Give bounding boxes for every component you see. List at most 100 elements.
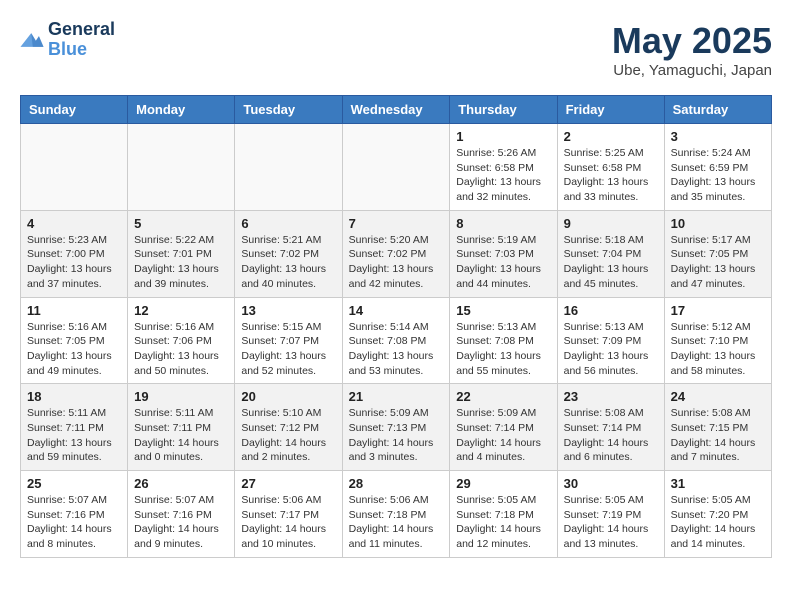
- day-number: 20: [241, 389, 335, 404]
- month-title: May 2025: [612, 20, 772, 62]
- calendar-day-cell: 4Sunrise: 5:23 AM Sunset: 7:00 PM Daylig…: [21, 210, 128, 297]
- logo-text: General Blue: [48, 20, 115, 60]
- calendar-day-cell: 19 Sunrise: 5:11 AM Sunset: 7:11 PM Dayli…: [128, 384, 235, 471]
- day-number: 8: [456, 216, 550, 231]
- calendar-day-cell: 13 Sunrise: 5:15 AM Sunset: 7:07 PM Dayli…: [235, 297, 342, 384]
- day-number: 9: [564, 216, 658, 231]
- logo: General Blue: [20, 20, 115, 60]
- day-content: Sunrise: 5:08 AM Sunset: 7:15 PM Dayligh…: [671, 406, 765, 465]
- calendar-day-cell: 28 Sunrise: 5:06 AM Sunset: 7:18 PM Dayli…: [342, 471, 450, 558]
- calendar-day-cell: [128, 124, 235, 211]
- day-number: 31: [671, 476, 765, 491]
- calendar-day-cell: 3Sunrise: 5:24 AM Sunset: 6:59 PM Daylig…: [664, 124, 771, 211]
- day-number: 30: [564, 476, 658, 491]
- location: Ube, Yamaguchi, Japan: [612, 62, 772, 79]
- calendar-week-3: 11 Sunrise: 5:16 AM Sunset: 7:05 PM Dayli…: [21, 297, 772, 384]
- day-number: 7: [349, 216, 444, 231]
- day-number: 19: [134, 389, 228, 404]
- day-number: 11: [27, 303, 121, 318]
- day-content: Sunrise: 5:18 AM Sunset: 7:04 PM Dayligh…: [564, 233, 658, 292]
- calendar-day-cell: 30 Sunrise: 5:05 AM Sunset: 7:19 PM Dayli…: [557, 471, 664, 558]
- calendar-day-cell: 12Sunrise: 5:16 AM Sunset: 7:06 PM Dayli…: [128, 297, 235, 384]
- calendar-day-cell: 8 Sunrise: 5:19 AM Sunset: 7:03 PM Daylig…: [450, 210, 557, 297]
- day-number: 25: [27, 476, 121, 491]
- day-content: Sunrise: 5:11 AM Sunset: 7:11 PM Dayligh…: [27, 406, 121, 465]
- day-content: Sunrise: 5:07 AM Sunset: 7:16 PM Dayligh…: [27, 493, 121, 552]
- calendar-day-cell: 22 Sunrise: 5:09 AM Sunset: 7:14 PM Dayli…: [450, 384, 557, 471]
- calendar-day-cell: 25 Sunrise: 5:07 AM Sunset: 7:16 PM Dayli…: [21, 471, 128, 558]
- calendar-day-cell: 15 Sunrise: 5:13 AM Sunset: 7:08 PM Dayli…: [450, 297, 557, 384]
- weekday-header-row: SundayMondayTuesdayWednesdayThursdayFrid…: [21, 96, 772, 124]
- calendar-week-4: 18 Sunrise: 5:11 AM Sunset: 7:11 PM Dayli…: [21, 384, 772, 471]
- day-content: Sunrise: 5:14 AM Sunset: 7:08 PM Dayligh…: [349, 320, 444, 379]
- weekday-header-tuesday: Tuesday: [235, 96, 342, 124]
- day-content: Sunrise: 5:21 AM Sunset: 7:02 PM Dayligh…: [241, 233, 335, 292]
- day-number: 18: [27, 389, 121, 404]
- calendar-day-cell: [21, 124, 128, 211]
- day-number: 28: [349, 476, 444, 491]
- day-content: Sunrise: 5:05 AM Sunset: 7:19 PM Dayligh…: [564, 493, 658, 552]
- day-content: Sunrise: 5:10 AM Sunset: 7:12 PM Dayligh…: [241, 406, 335, 465]
- day-content: Sunrise: 5:09 AM Sunset: 7:13 PM Dayligh…: [349, 406, 444, 465]
- weekday-header-sunday: Sunday: [21, 96, 128, 124]
- day-number: 2: [564, 129, 658, 144]
- calendar-day-cell: 24 Sunrise: 5:08 AM Sunset: 7:15 PM Dayli…: [664, 384, 771, 471]
- calendar-day-cell: 1 Sunrise: 5:26 AM Sunset: 6:58 PM Daylig…: [450, 124, 557, 211]
- day-content: Sunrise: 5:15 AM Sunset: 7:07 PM Dayligh…: [241, 320, 335, 379]
- day-content: Sunrise: 5:06 AM Sunset: 7:17 PM Dayligh…: [241, 493, 335, 552]
- weekday-header-monday: Monday: [128, 96, 235, 124]
- calendar-day-cell: 9 Sunrise: 5:18 AM Sunset: 7:04 PM Daylig…: [557, 210, 664, 297]
- day-content: Sunrise: 5:06 AM Sunset: 7:18 PM Dayligh…: [349, 493, 444, 552]
- calendar-day-cell: 10 Sunrise: 5:17 AM Sunset: 7:05 PM Dayli…: [664, 210, 771, 297]
- day-content: Sunrise: 5:11 AM Sunset: 7:11 PM Dayligh…: [134, 406, 228, 465]
- day-number: 13: [241, 303, 335, 318]
- calendar-day-cell: 23Sunrise: 5:08 AM Sunset: 7:14 PM Dayli…: [557, 384, 664, 471]
- day-number: 22: [456, 389, 550, 404]
- calendar-day-cell: 11 Sunrise: 5:16 AM Sunset: 7:05 PM Dayli…: [21, 297, 128, 384]
- calendar-day-cell: 2 Sunrise: 5:25 AM Sunset: 6:58 PM Daylig…: [557, 124, 664, 211]
- day-content: Sunrise: 5:26 AM Sunset: 6:58 PM Dayligh…: [456, 146, 550, 205]
- day-number: 6: [241, 216, 335, 231]
- day-content: Sunrise: 5:20 AM Sunset: 7:02 PM Dayligh…: [349, 233, 444, 292]
- day-content: Sunrise: 5:19 AM Sunset: 7:03 PM Dayligh…: [456, 233, 550, 292]
- day-content: Sunrise: 5:17 AM Sunset: 7:05 PM Dayligh…: [671, 233, 765, 292]
- calendar-day-cell: [342, 124, 450, 211]
- day-number: 10: [671, 216, 765, 231]
- calendar-day-cell: 20 Sunrise: 5:10 AM Sunset: 7:12 PM Dayli…: [235, 384, 342, 471]
- day-content: Sunrise: 5:25 AM Sunset: 6:58 PM Dayligh…: [564, 146, 658, 205]
- day-number: 24: [671, 389, 765, 404]
- title-block: May 2025 Ube, Yamaguchi, Japan: [612, 20, 772, 79]
- day-number: 1: [456, 129, 550, 144]
- day-content: Sunrise: 5:05 AM Sunset: 7:18 PM Dayligh…: [456, 493, 550, 552]
- day-number: 27: [241, 476, 335, 491]
- calendar-day-cell: 31 Sunrise: 5:05 AM Sunset: 7:20 PM Dayli…: [664, 471, 771, 558]
- calendar-day-cell: 27 Sunrise: 5:06 AM Sunset: 7:17 PM Dayli…: [235, 471, 342, 558]
- day-number: 15: [456, 303, 550, 318]
- day-number: 23: [564, 389, 658, 404]
- calendar-day-cell: 26Sunrise: 5:07 AM Sunset: 7:16 PM Dayli…: [128, 471, 235, 558]
- day-content: Sunrise: 5:05 AM Sunset: 7:20 PM Dayligh…: [671, 493, 765, 552]
- calendar-day-cell: 21Sunrise: 5:09 AM Sunset: 7:13 PM Dayli…: [342, 384, 450, 471]
- day-content: Sunrise: 5:13 AM Sunset: 7:09 PM Dayligh…: [564, 320, 658, 379]
- day-content: Sunrise: 5:07 AM Sunset: 7:16 PM Dayligh…: [134, 493, 228, 552]
- day-content: Sunrise: 5:16 AM Sunset: 7:05 PM Dayligh…: [27, 320, 121, 379]
- calendar-day-cell: [235, 124, 342, 211]
- weekday-header-wednesday: Wednesday: [342, 96, 450, 124]
- calendar-day-cell: 16 Sunrise: 5:13 AM Sunset: 7:09 PM Dayli…: [557, 297, 664, 384]
- logo-icon: [20, 30, 44, 50]
- day-number: 29: [456, 476, 550, 491]
- weekday-header-saturday: Saturday: [664, 96, 771, 124]
- day-number: 17: [671, 303, 765, 318]
- calendar-table: SundayMondayTuesdayWednesdayThursdayFrid…: [20, 95, 772, 558]
- day-number: 16: [564, 303, 658, 318]
- calendar-day-cell: 7 Sunrise: 5:20 AM Sunset: 7:02 PM Daylig…: [342, 210, 450, 297]
- calendar-day-cell: 18 Sunrise: 5:11 AM Sunset: 7:11 PM Dayli…: [21, 384, 128, 471]
- calendar-day-cell: 17 Sunrise: 5:12 AM Sunset: 7:10 PM Dayli…: [664, 297, 771, 384]
- day-content: Sunrise: 5:12 AM Sunset: 7:10 PM Dayligh…: [671, 320, 765, 379]
- day-content: Sunrise: 5:24 AM Sunset: 6:59 PM Dayligh…: [671, 146, 765, 205]
- day-number: 5: [134, 216, 228, 231]
- calendar-day-cell: 29 Sunrise: 5:05 AM Sunset: 7:18 PM Dayli…: [450, 471, 557, 558]
- day-content: Sunrise: 5:09 AM Sunset: 7:14 PM Dayligh…: [456, 406, 550, 465]
- day-content: Sunrise: 5:13 AM Sunset: 7:08 PM Dayligh…: [456, 320, 550, 379]
- day-content: Sunrise: 5:22 AM Sunset: 7:01 PM Dayligh…: [134, 233, 228, 292]
